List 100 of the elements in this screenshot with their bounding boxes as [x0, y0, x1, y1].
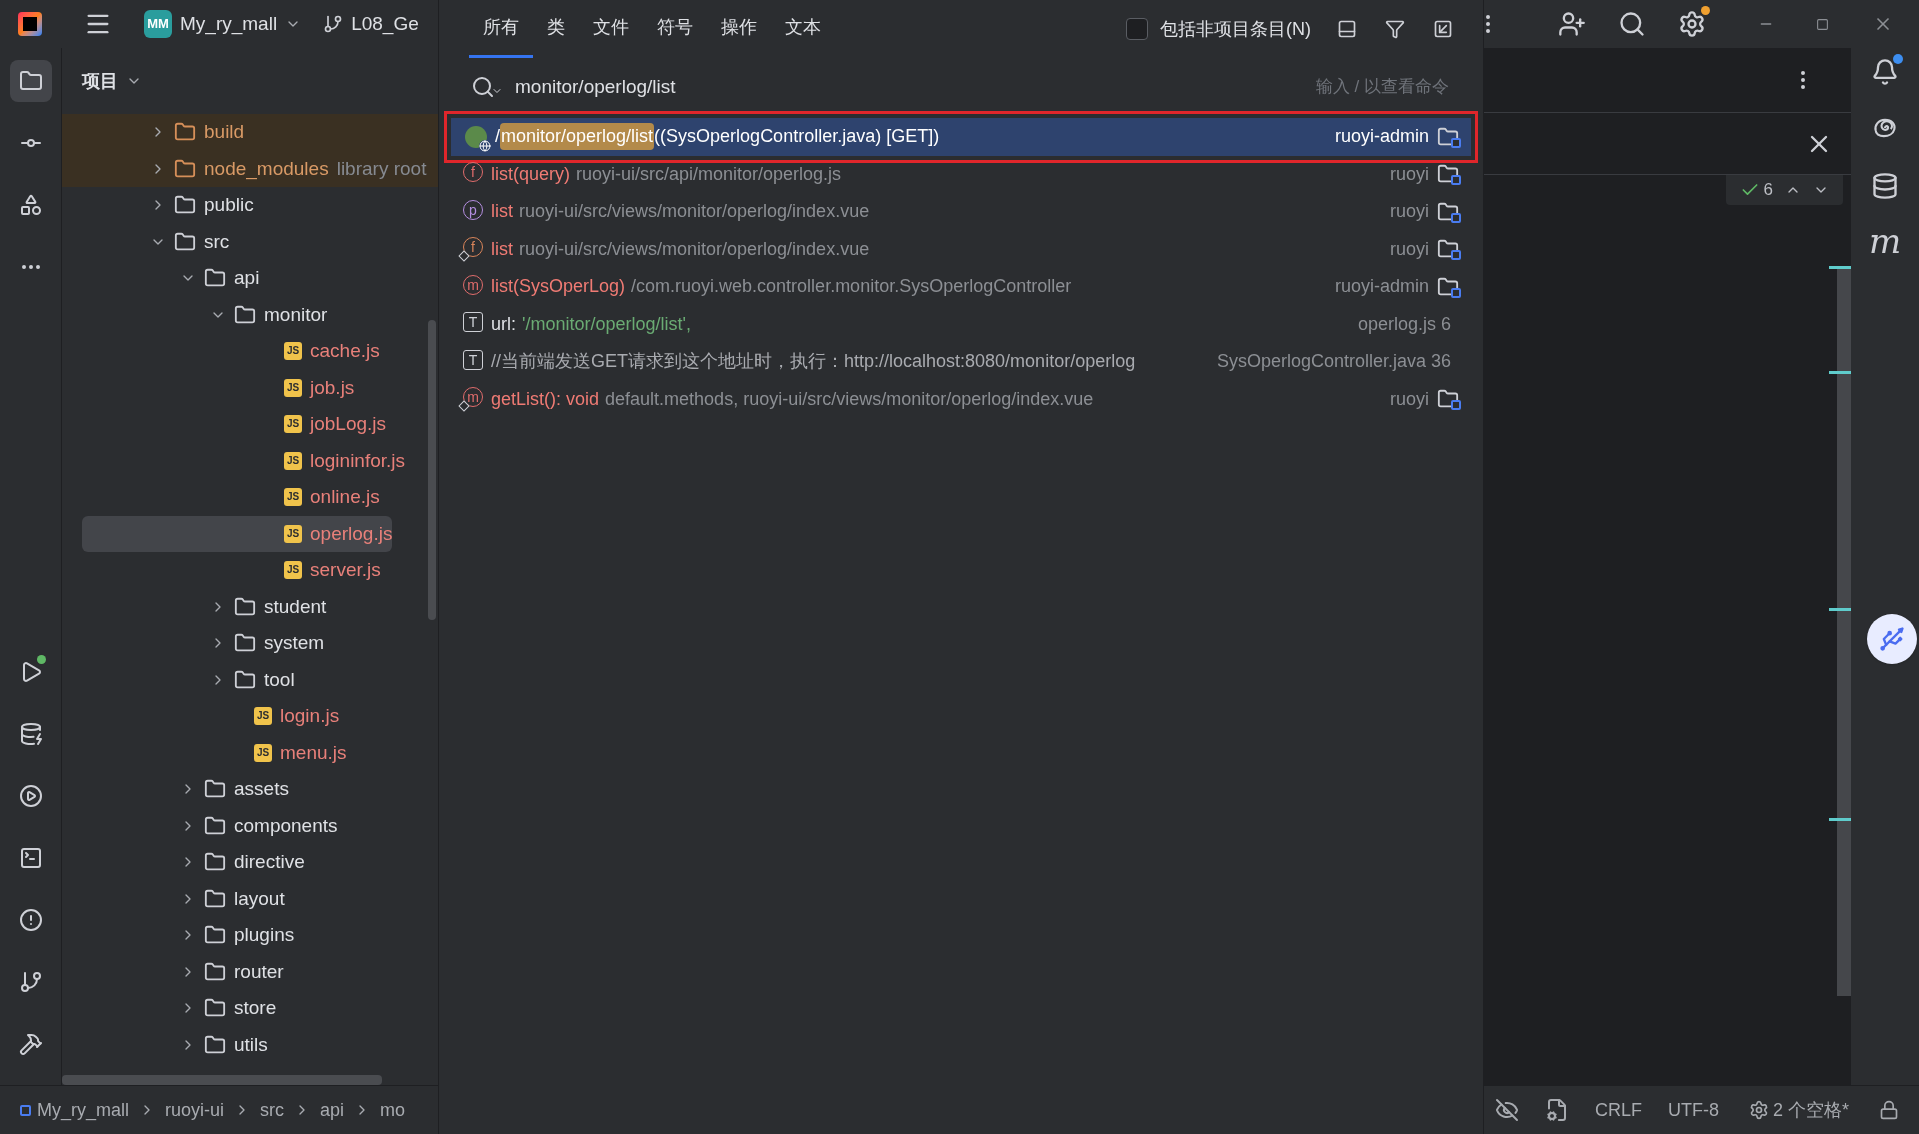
eye-off-icon[interactable] — [1494, 1098, 1519, 1122]
tree-item[interactable]: JS logininfor.js — [82, 442, 406, 479]
js-file-icon: JS — [254, 743, 272, 762]
js-file-icon: JS — [284, 561, 302, 580]
file-name: student — [264, 594, 327, 619]
breadcrumb-item[interactable]: mo — [380, 1096, 406, 1124]
tree-item[interactable]: JS menu.js — [82, 734, 347, 771]
file-name: job.js — [310, 375, 355, 400]
database-icon[interactable] — [1871, 172, 1899, 200]
tree-item[interactable]: JS jobLog.js — [82, 406, 387, 443]
tree-item[interactable]: tool — [82, 661, 295, 698]
tree-item[interactable]: directive — [82, 844, 305, 881]
preview-icon[interactable] — [1337, 19, 1357, 39]
search-icon — [471, 75, 503, 99]
tree-item[interactable]: JS cache.js — [82, 333, 380, 370]
tree-item[interactable]: plugins — [82, 917, 295, 954]
checkbox-label: 包括非项目条目(N) — [1160, 17, 1311, 41]
folder-icon — [174, 157, 196, 180]
file-name: cache.js — [310, 339, 380, 363]
tree-item[interactable]: assets — [82, 771, 289, 808]
search-result[interactable]: m list(SysOperLog) /com.ruoyi.web.controller.monitor.SysOperlogController ruoyi-admin — [451, 268, 1471, 306]
file-name: src — [204, 229, 230, 254]
folder-icon — [204, 814, 226, 837]
js-file-icon: JS — [284, 488, 302, 507]
usb-button[interactable] — [1867, 614, 1917, 664]
tree-item[interactable]: student — [82, 588, 327, 625]
indent-setting[interactable]: 2 个空格* — [1748, 1096, 1849, 1124]
add-user-icon[interactable] — [1558, 10, 1586, 38]
js-file-icon: JS — [284, 451, 302, 470]
folder-icon — [204, 1033, 226, 1056]
tree-item[interactable]: layout — [82, 880, 285, 917]
search-result[interactable]: T url: '/monitor/operlog/list', operlog.js 6 — [451, 305, 1471, 343]
checkbox[interactable] — [1126, 18, 1148, 40]
breadcrumb-item[interactable]: My_ry_mall — [37, 1096, 129, 1124]
file-name: public — [204, 193, 254, 217]
encoding[interactable]: UTF-8 — [1667, 1096, 1719, 1124]
maximize-icon[interactable] — [1816, 17, 1829, 31]
tree-item[interactable]: public — [82, 187, 254, 224]
scroll-mark — [1829, 608, 1851, 611]
open-in-window-icon[interactable] — [1433, 19, 1453, 39]
tab[interactable]: 类 — [533, 0, 579, 58]
js-file-icon: JS — [254, 707, 272, 726]
search-result[interactable]: f list ruoyi-ui/src/views/monitor/operlog/index.vue ruoyi — [451, 230, 1471, 268]
search-result[interactable]: m getList(): void default.methods, ruoyi-ui/src/views/monitor/operlog/index.vue ruoyi — [451, 380, 1471, 418]
file-name: node_modules — [204, 156, 329, 182]
usb-icon — [1878, 625, 1906, 653]
line-separator[interactable]: CRLF — [1594, 1096, 1642, 1124]
tree-item[interactable]: api — [82, 260, 260, 297]
file-name: store — [234, 996, 277, 1020]
file-name: monitor — [264, 302, 328, 327]
tree-item[interactable]: JS operlog.js — [82, 515, 393, 552]
tree-item[interactable]: router — [82, 953, 284, 990]
tab[interactable]: 符号 — [643, 0, 707, 58]
lock-icon[interactable] — [1879, 1100, 1899, 1120]
search-result[interactable]: T //当前端发送GET请求到这个地址时，执行：http://localhost:8080/monitor/operlog SysOperlogController.java 36 — [451, 343, 1471, 381]
scroll-mark — [1829, 266, 1851, 269]
search-icon[interactable] — [1618, 10, 1646, 38]
folder-icon[interactable] — [9, 60, 52, 102]
scroll-mark — [1829, 818, 1851, 821]
file-name: assets — [234, 777, 289, 801]
tree-item[interactable]: JS login.js — [82, 698, 340, 735]
branch-switcher[interactable]: L08_Ge — [323, 6, 419, 42]
file-name: jobLog.js — [310, 412, 387, 436]
tree-item[interactable]: JS job.js — [82, 369, 355, 406]
tree-item[interactable]: system — [82, 625, 325, 662]
tree-item[interactable]: JS server.js — [82, 552, 381, 589]
scroll-mark — [1829, 371, 1851, 374]
tree-item[interactable]: src — [82, 223, 230, 260]
file-name: operlog.js — [310, 521, 393, 546]
tab[interactable]: 文本 — [771, 0, 835, 58]
js-file-icon: JS — [284, 378, 302, 397]
tree-item[interactable]: JS online.js — [82, 479, 380, 516]
search-result[interactable]: f list(query) ruoyi-ui/src/api/monitor/operlog.js ruoyi — [451, 155, 1471, 193]
panel-title[interactable]: 项目 — [82, 67, 118, 95]
branch-icon — [323, 14, 344, 34]
project-switcher[interactable]: MM My_ry_mall — [140, 6, 306, 42]
breadcrumb-item[interactable]: src — [260, 1096, 285, 1124]
filter-icon[interactable] — [1385, 19, 1405, 39]
file-name: layout — [234, 886, 285, 911]
file-name: build — [204, 120, 245, 144]
search-result[interactable]: p list ruoyi-ui/src/views/monitor/operlog/index.vue ruoyi — [451, 193, 1471, 231]
maven-icon[interactable]: m — [1868, 224, 1902, 258]
breadcrumb-item[interactable]: ruoyi-ui — [165, 1096, 225, 1124]
tree-item[interactable]: store — [82, 990, 277, 1027]
file-name: menu.js — [280, 740, 347, 765]
search-result[interactable]: /monitor/operlog/list((SysOperlogController.java) [GET]) ruoyi-admin — [451, 118, 1471, 156]
file-name: api — [234, 266, 260, 290]
tree-item[interactable]: monitor — [82, 296, 328, 333]
file-name: components — [234, 813, 338, 838]
tab[interactable]: 操作 — [707, 0, 771, 58]
inspection-widget[interactable]: 6 — [1725, 175, 1843, 205]
tab[interactable]: 文件 — [579, 0, 643, 58]
breadcrumb-item[interactable]: api — [320, 1096, 345, 1124]
js-file-icon: JS — [284, 342, 302, 361]
tree-item[interactable]: utils — [82, 1026, 268, 1063]
folder-icon — [204, 887, 226, 910]
tree-item[interactable]: components — [82, 807, 338, 844]
module-icon — [20, 1104, 31, 1116]
gear-icon — [1748, 1100, 1769, 1120]
library-hint: library root — [336, 156, 427, 181]
